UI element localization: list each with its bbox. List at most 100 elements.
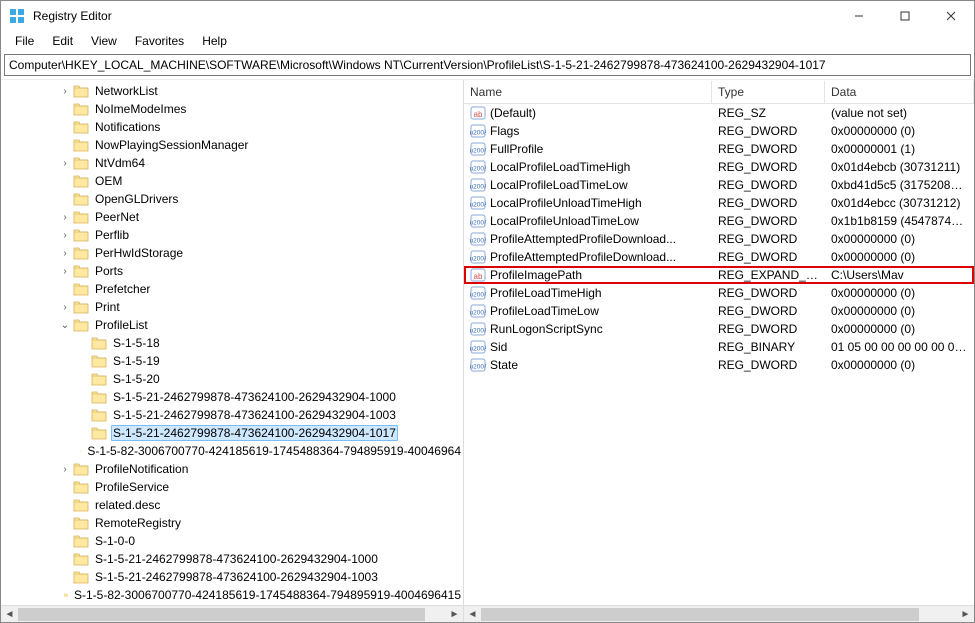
tree-item[interactable]: NoImeModeImes <box>1 100 463 118</box>
folder-icon <box>73 480 89 494</box>
chevron-right-icon[interactable]: › <box>59 302 71 313</box>
list-body[interactable]: (Default)REG_SZ(value not set)FlagsREG_D… <box>464 104 974 605</box>
tree-item[interactable]: S-1-5-21-2462799878-473624100-2629432904… <box>1 424 463 442</box>
list-row[interactable]: LocalProfileLoadTimeLowREG_DWORD0xbd41d5… <box>464 176 974 194</box>
value-name-cell: State <box>464 357 712 373</box>
tree-item[interactable]: S-1-5-18 <box>1 334 463 352</box>
col-data[interactable]: Data <box>825 81 974 103</box>
list-row[interactable]: ProfileAttemptedProfileDownload...REG_DW… <box>464 230 974 248</box>
folder-icon <box>73 228 89 242</box>
reg-binary-icon <box>470 321 486 337</box>
content: ›NetworkListNoImeModeImesNotificationsNo… <box>1 79 974 622</box>
minimize-button[interactable] <box>836 1 882 31</box>
menu-edit[interactable]: Edit <box>44 32 81 50</box>
tree-item[interactable]: OEM <box>1 172 463 190</box>
tree-item[interactable]: ›NtVdm64 <box>1 154 463 172</box>
folder-icon <box>80 444 81 458</box>
chevron-right-icon[interactable]: › <box>59 86 71 97</box>
tree-item[interactable]: ⌄ProfileList <box>1 316 463 334</box>
tree-item[interactable]: RemoteRegistry <box>1 514 463 532</box>
list-row[interactable]: LocalProfileUnloadTimeHighREG_DWORD0x01d… <box>464 194 974 212</box>
list-row[interactable]: StateREG_DWORD0x00000000 (0) <box>464 356 974 374</box>
value-name: LocalProfileUnloadTimeLow <box>490 214 639 228</box>
scroll-thumb[interactable] <box>18 608 425 621</box>
scroll-right-icon[interactable]: ► <box>446 606 463 623</box>
list-row[interactable]: ProfileLoadTimeLowREG_DWORD0x00000000 (0… <box>464 302 974 320</box>
tree-item[interactable]: OpenGLDrivers <box>1 190 463 208</box>
chevron-right-icon[interactable]: › <box>59 230 71 241</box>
chevron-right-icon[interactable]: › <box>59 248 71 259</box>
folder-icon <box>64 588 68 602</box>
value-type: REG_DWORD <box>712 196 825 210</box>
scroll-track[interactable] <box>18 606 446 623</box>
list-row[interactable]: ProfileAttemptedProfileDownload...REG_DW… <box>464 248 974 266</box>
list-row[interactable]: SidREG_BINARY01 05 00 00 00 00 00 05 15 … <box>464 338 974 356</box>
tree-hscroll[interactable]: ◄ ► <box>1 605 463 622</box>
value-data: 0x00000000 (0) <box>825 358 974 372</box>
address-bar[interactable]: Computer\HKEY_LOCAL_MACHINE\SOFTWARE\Mic… <box>4 54 971 76</box>
menu-favorites[interactable]: Favorites <box>127 32 192 50</box>
maximize-button[interactable] <box>882 1 928 31</box>
tree-item[interactable]: S-1-0-0 <box>1 532 463 550</box>
list-row[interactable]: LocalProfileLoadTimeHighREG_DWORD0x01d4e… <box>464 158 974 176</box>
tree-item[interactable]: S-1-5-19 <box>1 352 463 370</box>
tree-item[interactable]: S-1-5-21-2462799878-473624100-2629432904… <box>1 568 463 586</box>
minimize-icon <box>854 11 864 21</box>
tree-item[interactable]: ›Print <box>1 298 463 316</box>
value-name: Sid <box>490 340 507 354</box>
tree-item[interactable]: S-1-5-21-2462799878-473624100-2629432904… <box>1 550 463 568</box>
scroll-left-icon[interactable]: ◄ <box>1 606 18 623</box>
list-row[interactable]: LocalProfileUnloadTimeLowREG_DWORD0x1b1b… <box>464 212 974 230</box>
folder-icon <box>73 516 89 530</box>
tree-item[interactable]: ›PerHwIdStorage <box>1 244 463 262</box>
list-row[interactable]: ProfileImagePathREG_EXPAND_SZC:\Users\Ma… <box>464 266 974 284</box>
scroll-left-icon[interactable]: ◄ <box>464 606 481 623</box>
scroll-track[interactable] <box>481 606 957 623</box>
chevron-right-icon[interactable]: › <box>59 266 71 277</box>
chevron-down-icon[interactable]: ⌄ <box>59 320 71 331</box>
folder-icon <box>91 372 107 386</box>
col-name[interactable]: Name <box>464 81 712 103</box>
tree-item-label: OEM <box>93 174 124 188</box>
close-button[interactable] <box>928 1 974 31</box>
folder-icon <box>91 354 107 368</box>
scroll-right-icon[interactable]: ► <box>957 606 974 623</box>
chevron-right-icon[interactable]: › <box>59 464 71 475</box>
tree-item[interactable]: S-1-5-21-2462799878-473624100-2629432904… <box>1 388 463 406</box>
reg-binary-icon <box>470 141 486 157</box>
tree-item[interactable]: ›Ports <box>1 262 463 280</box>
tree-item[interactable]: ›ProfileNotification <box>1 460 463 478</box>
value-name: LocalProfileLoadTimeHigh <box>490 160 630 174</box>
list-row[interactable]: RunLogonScriptSyncREG_DWORD0x00000000 (0… <box>464 320 974 338</box>
tree-item[interactable]: S-1-5-82-3006700770-424185619-1745488364… <box>1 586 463 604</box>
menu-file[interactable]: File <box>7 32 42 50</box>
chevron-right-icon[interactable]: › <box>59 158 71 169</box>
values-hscroll[interactable]: ◄ ► <box>464 605 974 622</box>
tree-item[interactable]: Notifications <box>1 118 463 136</box>
tree-item[interactable]: ProfileService <box>1 478 463 496</box>
tree-item[interactable]: ›NetworkList <box>1 82 463 100</box>
list-row[interactable]: (Default)REG_SZ(value not set) <box>464 104 974 122</box>
list-row[interactable]: ProfileLoadTimeHighREG_DWORD0x00000000 (… <box>464 284 974 302</box>
tree-item-label: S-1-5-21-2462799878-473624100-2629432904… <box>111 390 398 404</box>
tree-item[interactable]: S-1-5-20 <box>1 370 463 388</box>
value-name-cell: LocalProfileUnloadTimeHigh <box>464 195 712 211</box>
tree-item[interactable]: S-1-5-21-2462799878-473624100-2629432904… <box>1 406 463 424</box>
list-row[interactable]: FlagsREG_DWORD0x00000000 (0) <box>464 122 974 140</box>
tree-item[interactable]: S-1-5-82-3006700770-424185619-1745488364… <box>1 442 463 460</box>
menu-view[interactable]: View <box>83 32 125 50</box>
tree-item[interactable]: Prefetcher <box>1 280 463 298</box>
reg-binary-icon <box>470 249 486 265</box>
list-row[interactable]: FullProfileREG_DWORD0x00000001 (1) <box>464 140 974 158</box>
scroll-thumb[interactable] <box>481 608 919 621</box>
chevron-right-icon[interactable]: › <box>59 212 71 223</box>
tree-item[interactable]: NowPlayingSessionManager <box>1 136 463 154</box>
menu-help[interactable]: Help <box>194 32 235 50</box>
registry-editor-window: Registry Editor File Edit View Favorites… <box>0 0 975 623</box>
tree-item[interactable]: ›PeerNet <box>1 208 463 226</box>
tree-body[interactable]: ›NetworkListNoImeModeImesNotificationsNo… <box>1 80 463 605</box>
tree-item[interactable]: related.desc <box>1 496 463 514</box>
tree-item[interactable]: ›Perflib <box>1 226 463 244</box>
value-name: FullProfile <box>490 142 543 156</box>
col-type[interactable]: Type <box>712 81 825 103</box>
